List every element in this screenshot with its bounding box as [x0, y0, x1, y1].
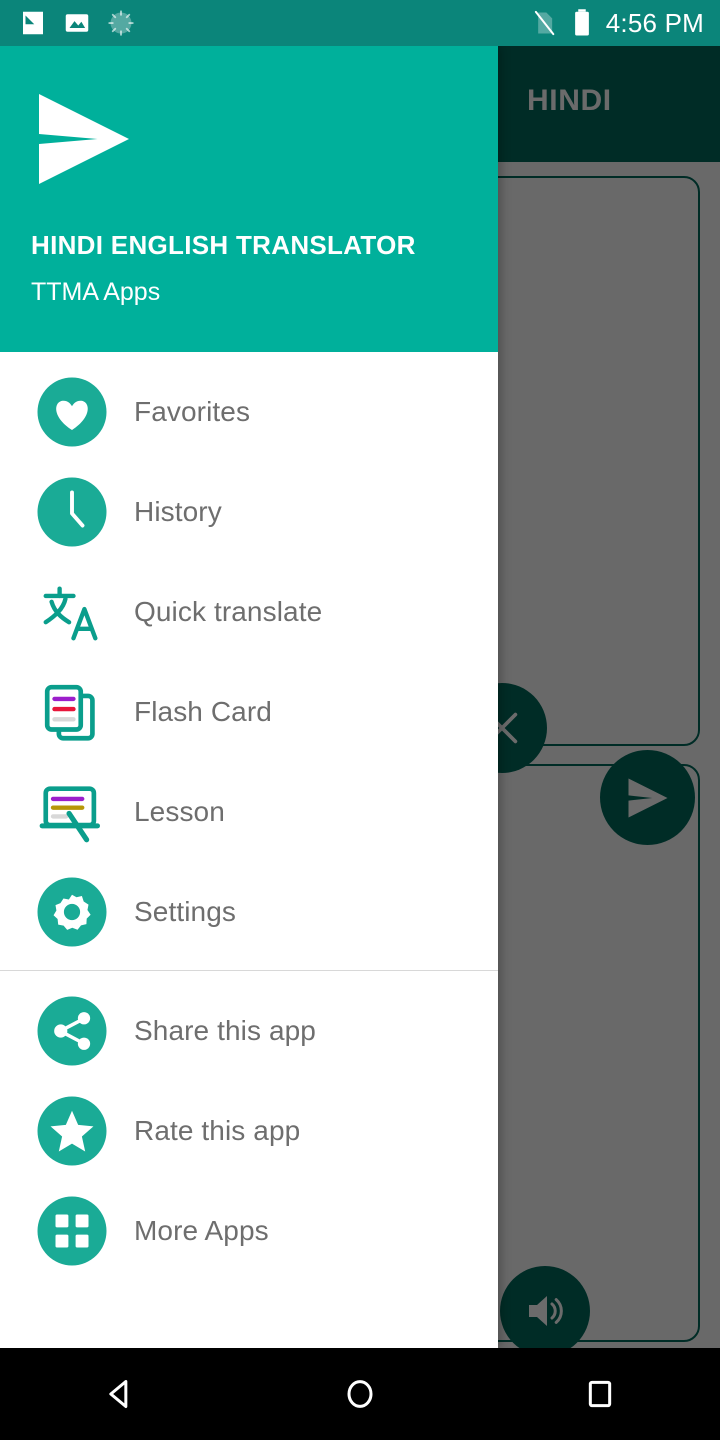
menu-label: Settings — [134, 896, 236, 927]
menu-label: Rate this app — [134, 1115, 301, 1146]
menu-label: Lesson — [134, 796, 225, 827]
image-icon — [65, 14, 89, 32]
menu-item-flash-card[interactable]: Flash Card — [0, 662, 498, 762]
circle-home-icon — [347, 1380, 373, 1408]
menu-label: Quick translate — [134, 596, 323, 627]
menu-item-favorites[interactable]: Favorites — [0, 362, 498, 462]
flash-card-icon — [32, 676, 112, 748]
phone-screen: HINDI ENGLISH TRANSLATOR TTMA Apps Favor… — [0, 0, 720, 1440]
navigation-drawer: HINDI ENGLISH TRANSLATOR TTMA Apps Favor… — [0, 46, 498, 1348]
recents-button[interactable] — [540, 1348, 660, 1440]
gear-icon — [32, 876, 112, 948]
menu-label: Flash Card — [134, 696, 272, 727]
send-plane-logo — [39, 94, 129, 184]
status-system-icons: 4:56 PM — [530, 8, 704, 39]
menu-item-more-apps[interactable]: More Apps — [0, 1181, 498, 1281]
app-logo — [30, 84, 138, 199]
battery-full-icon — [574, 9, 589, 36]
sync-spinner-icon — [108, 10, 134, 36]
menu-item-share-app[interactable]: Share this app — [0, 981, 498, 1081]
screenshot-icon — [23, 11, 43, 35]
menu-label: More Apps — [134, 1215, 269, 1246]
menu-divider — [0, 970, 498, 971]
home-button[interactable] — [300, 1348, 420, 1440]
square-recents-icon — [588, 1380, 612, 1408]
menu-item-history[interactable]: History — [0, 462, 498, 562]
status-notification-icons — [18, 8, 136, 38]
clock-icon — [32, 476, 112, 548]
translate-icon — [32, 576, 112, 648]
menu-label: Share this app — [134, 1015, 316, 1046]
triangle-back-icon — [109, 1380, 128, 1408]
menu-item-quick-translate[interactable]: Quick translate — [0, 562, 498, 662]
sim-off-icon — [534, 10, 555, 36]
status-clock: 4:56 PM — [605, 7, 704, 38]
drawer-menu-secondary: Share this app Rate this app More Apps — [0, 981, 498, 1281]
menu-item-settings[interactable]: Settings — [0, 862, 498, 962]
heart-icon — [32, 376, 112, 448]
drawer-app-name: HINDI ENGLISH TRANSLATOR — [31, 230, 416, 260]
share-icon — [32, 995, 112, 1067]
drawer-header: HINDI ENGLISH TRANSLATOR TTMA Apps — [0, 46, 498, 352]
system-navigation-bar — [0, 1348, 720, 1440]
status-bar: 4:56 PM — [0, 0, 720, 46]
drawer-menu-primary: Favorites History Quick translate Flash … — [0, 352, 498, 962]
menu-item-rate-app[interactable]: Rate this app — [0, 1081, 498, 1181]
star-icon — [32, 1095, 112, 1167]
menu-label: Favorites — [134, 396, 251, 427]
lesson-board-icon — [32, 776, 112, 848]
back-button[interactable] — [60, 1348, 180, 1440]
menu-label: History — [134, 496, 222, 527]
menu-item-lesson[interactable]: Lesson — [0, 762, 498, 862]
drawer-developer-name: TTMA Apps — [31, 278, 161, 306]
grid-apps-icon — [32, 1195, 112, 1267]
